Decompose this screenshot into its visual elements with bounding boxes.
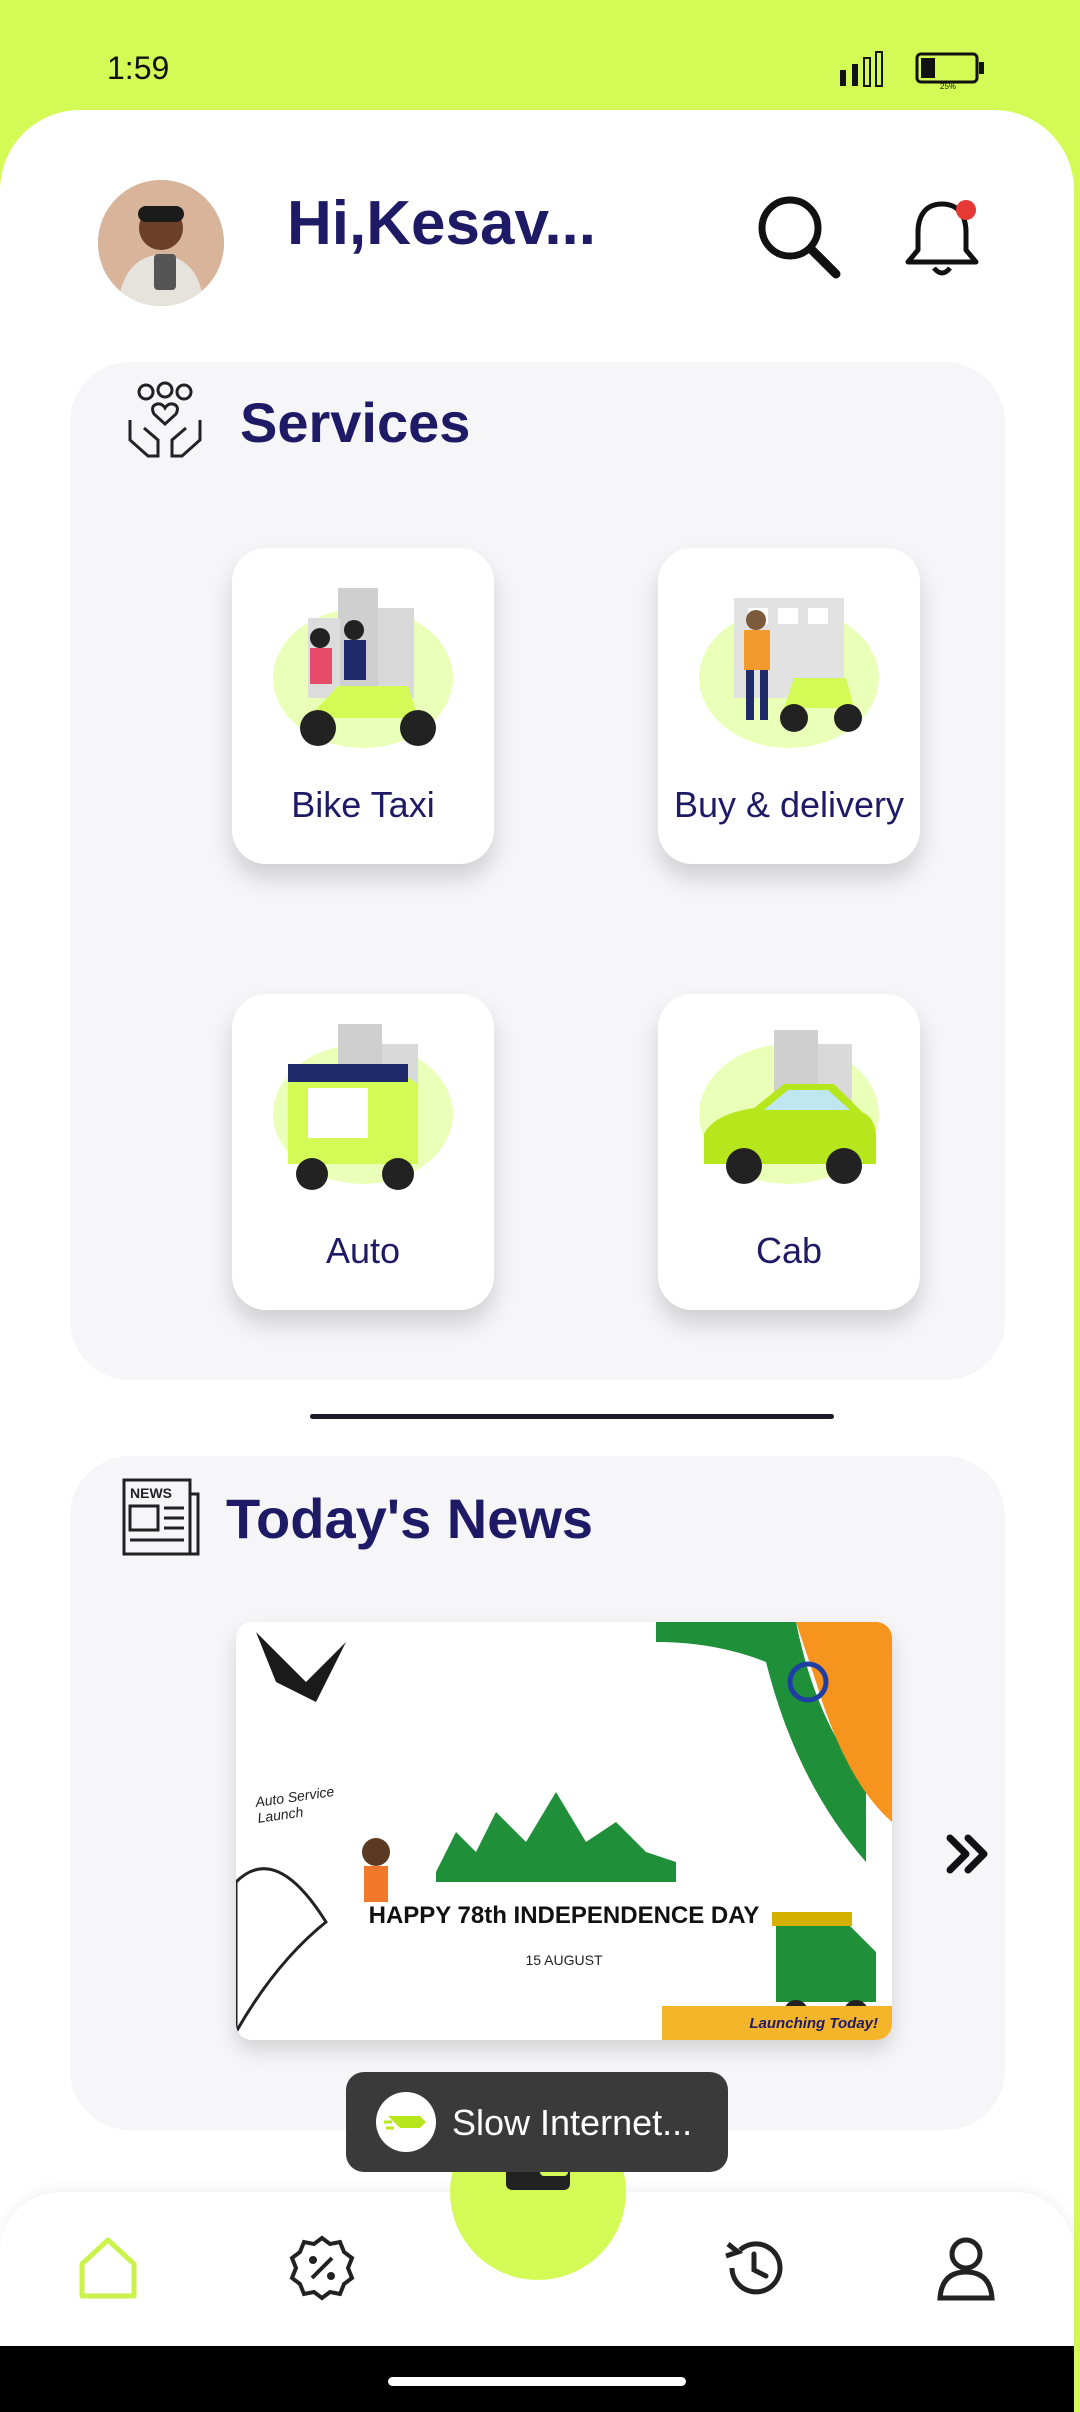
bike-taxi-illustration — [273, 588, 453, 748]
news-date: 15 AUGUST — [525, 1952, 603, 1968]
slow-internet-toast: Slow Internet... — [346, 2072, 728, 2172]
hands-heart-icon — [128, 381, 202, 458]
battery-percent: 25% — [940, 82, 957, 91]
history-icon[interactable] — [718, 2232, 790, 2304]
services-title: Services — [240, 391, 471, 454]
signal-icon — [840, 51, 883, 87]
notification-dot — [956, 200, 976, 220]
service-label: Buy & delivery — [673, 784, 905, 825]
avatar[interactable] — [98, 180, 224, 306]
status-time: 1:59 — [107, 50, 170, 86]
services-section: Services Bike Taxi Buy & delivery Auto C… — [70, 362, 1005, 1380]
service-bike-taxi[interactable]: Bike Taxi — [232, 548, 494, 864]
delivery-illustration — [699, 598, 879, 748]
svg-text:NEWS: NEWS — [130, 1485, 172, 1501]
service-label: Auto — [325, 1230, 401, 1271]
service-label: Bike Taxi — [291, 784, 435, 825]
cab-illustration — [699, 1030, 879, 1184]
status-bar: 1:59 25% — [0, 0, 1080, 110]
greeting-text: Hi,Kesav... — [287, 189, 597, 258]
auto-rickshaw-illustration — [273, 1024, 453, 1190]
service-label: Cab — [755, 1230, 823, 1271]
news-headline: HAPPY 78th INDEPENDENCE DAY — [368, 1902, 760, 1929]
profile-icon[interactable] — [930, 2232, 1002, 2304]
app-logo-icon — [376, 2092, 436, 2152]
service-auto[interactable]: Auto — [232, 994, 494, 1310]
home-icon[interactable] — [72, 2232, 144, 2304]
service-cab[interactable]: Cab — [658, 994, 920, 1310]
offers-icon[interactable] — [286, 2232, 358, 2304]
independence-day-artwork — [236, 1622, 892, 2040]
bell-icon[interactable] — [896, 192, 988, 284]
next-arrow-icon[interactable] — [940, 1824, 1000, 1884]
newspaper-icon: NEWS — [122, 1478, 200, 1556]
avatar-photo — [98, 180, 224, 306]
home-indicator[interactable] — [388, 2377, 686, 2386]
toast-message: Slow Internet... — [452, 2102, 693, 2143]
service-buy-delivery[interactable]: Buy & delivery — [658, 548, 920, 864]
news-launch-tag: Launching Today! — [662, 2006, 892, 2040]
search-icon[interactable] — [752, 190, 844, 282]
news-banner-card[interactable]: Auto Service Launch HAPPY 78th INDEPENDE… — [236, 1622, 892, 2040]
news-title: Today's News — [226, 1487, 594, 1550]
section-divider — [310, 1414, 834, 1419]
